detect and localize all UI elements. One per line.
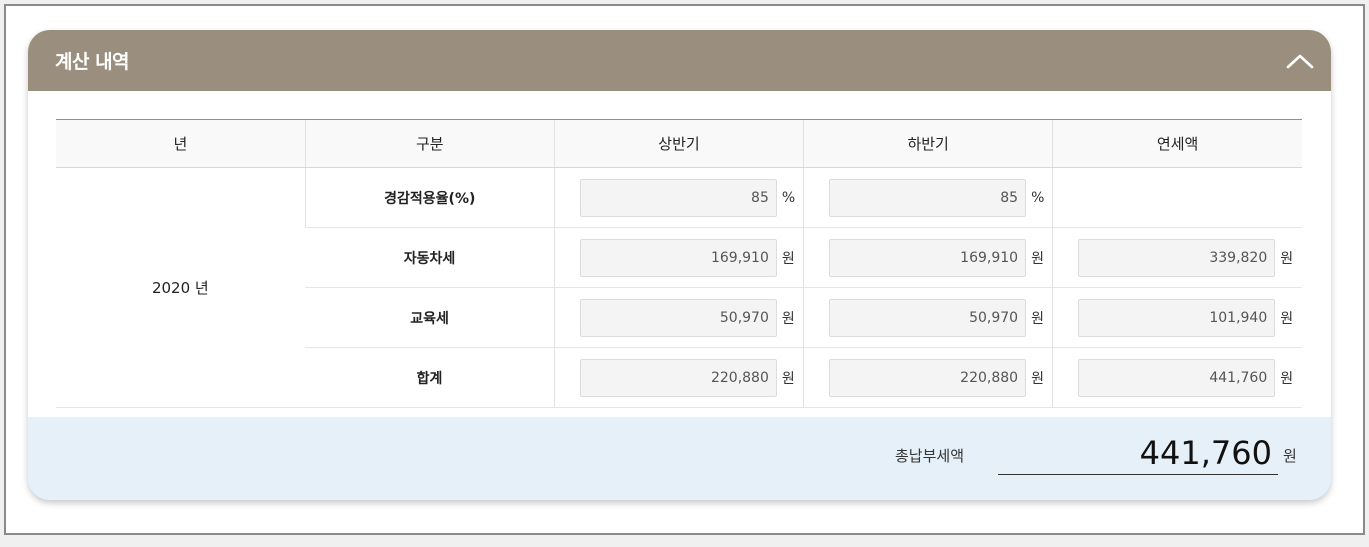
unit-label: 원 — [1280, 250, 1294, 267]
window-frame: 계산 내역 년 구분 상반기 하반기 연세액 2020 년 경감적용율(%) 8… — [4, 4, 1365, 535]
annual-cell: 101,940 원 — [1052, 287, 1302, 348]
row-label: 경감적용율(%) — [304, 167, 555, 228]
unit-label: 원 — [1031, 250, 1044, 267]
unit-label: 원 — [1280, 370, 1294, 387]
first-half-field[interactable]: 220,880 — [579, 358, 777, 397]
second-half-field[interactable]: 169,910 — [829, 238, 1027, 277]
unit-label: 원 — [781, 310, 795, 327]
second-half-cell: 220,880 원 — [803, 347, 1053, 408]
first-half-cell: 85% — [553, 167, 804, 228]
collapse-button[interactable] — [1283, 44, 1317, 78]
annual-cell-empty — [1052, 167, 1302, 228]
annual-cell: 339,820 원 — [1052, 227, 1302, 288]
unit-label: % — [781, 189, 796, 206]
row-label: 자동차세 — [305, 227, 555, 288]
calculation-table: 년 구분 상반기 하반기 연세액 2020 년 경감적용율(%) 85% 85%… — [56, 119, 1302, 408]
unit-label: 원 — [781, 370, 795, 387]
first-half-cell: 169,910 원 — [553, 227, 804, 288]
second-half-cell: 50,970 원 — [803, 287, 1053, 348]
second-half-field[interactable]: 50,970 — [829, 298, 1027, 337]
table-row: 2020 년 경감적용율(%) 85% 85% — [56, 167, 1302, 408]
second-half-cell: 85% — [803, 167, 1053, 228]
year-cell: 2020 년 — [56, 167, 306, 408]
second-half-cell: 169,910 원 — [803, 227, 1053, 288]
second-half-field[interactable]: 220,880 — [829, 358, 1027, 397]
second-half-field[interactable]: 85 — [829, 178, 1027, 217]
first-half-cell: 50,970 원 — [553, 287, 804, 348]
unit-label: % — [1031, 189, 1045, 206]
total-unit: 원 — [1283, 447, 1297, 465]
total-label: 총납부세액 — [895, 447, 965, 465]
col-header-category: 구분 — [304, 119, 555, 168]
annual-cell: 441,760 원 — [1052, 347, 1302, 408]
first-half-field[interactable]: 85 — [579, 178, 777, 217]
annual-field[interactable]: 101,940 — [1078, 298, 1276, 337]
panel-title: 계산 내역 — [55, 51, 130, 73]
col-header-second-half: 하반기 — [803, 119, 1053, 168]
first-half-field[interactable]: 169,910 — [579, 238, 777, 277]
annual-field[interactable]: 441,760 — [1078, 358, 1276, 397]
first-half-field[interactable]: 50,970 — [579, 298, 777, 337]
col-header-first-half: 상반기 — [553, 119, 804, 168]
unit-label: 원 — [1031, 310, 1044, 327]
total-value-field[interactable]: 441,760 — [998, 431, 1278, 475]
row-label: 교육세 — [305, 287, 555, 348]
calculation-panel: 계산 내역 년 구분 상반기 하반기 연세액 2020 년 경감적용율(%) 8… — [28, 30, 1331, 500]
total-summary-bar: 총납부세액 441,760 원 — [28, 417, 1331, 500]
col-header-annual: 연세액 — [1052, 119, 1302, 168]
panel-header: 계산 내역 — [28, 30, 1331, 91]
annual-field[interactable]: 339,820 — [1078, 238, 1276, 277]
unit-label: 원 — [1031, 370, 1044, 387]
table-header-row: 년 구분 상반기 하반기 연세액 — [56, 119, 1302, 168]
unit-label: 원 — [781, 250, 795, 267]
col-header-year: 년 — [56, 119, 306, 168]
first-half-cell: 220,880 원 — [553, 347, 804, 408]
row-label: 합계 — [305, 347, 555, 408]
unit-label: 원 — [1280, 310, 1294, 327]
chevron-up-icon — [1286, 54, 1314, 69]
